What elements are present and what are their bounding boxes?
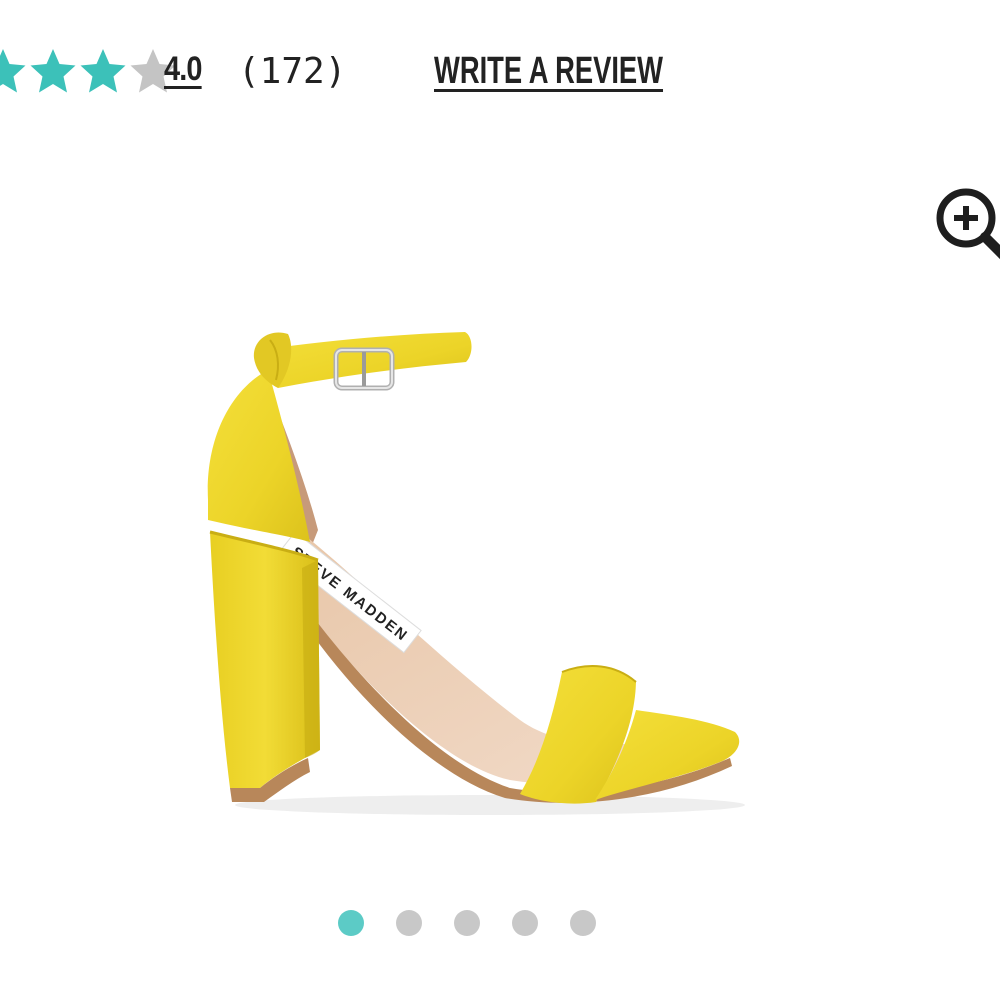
star-filled-icon	[0, 46, 28, 96]
carousel-dot-3[interactable]	[454, 910, 480, 936]
rating-value-link[interactable]: 4.0	[164, 50, 202, 89]
product-image[interactable]: STEVE MADDEN	[190, 310, 760, 830]
write-review-link[interactable]: WRITE A REVIEW	[434, 50, 663, 93]
star-rating[interactable]	[0, 38, 178, 104]
carousel-dot-1[interactable]	[338, 910, 364, 936]
product-page: 4.0 (172) WRITE A REVIEW STEVE MADDEN	[0, 0, 1000, 1000]
review-count: (172)	[238, 51, 347, 92]
star-filled-icon	[28, 46, 78, 96]
zoom-in-icon[interactable]	[930, 182, 1000, 262]
carousel-indicator	[338, 909, 628, 937]
rating-row: 4.0 (172) WRITE A REVIEW	[0, 38, 1000, 108]
carousel-dot-4[interactable]	[512, 910, 538, 936]
carousel-dot-5[interactable]	[570, 910, 596, 936]
star-filled-icon	[78, 46, 128, 96]
carousel-dot-2[interactable]	[396, 910, 422, 936]
